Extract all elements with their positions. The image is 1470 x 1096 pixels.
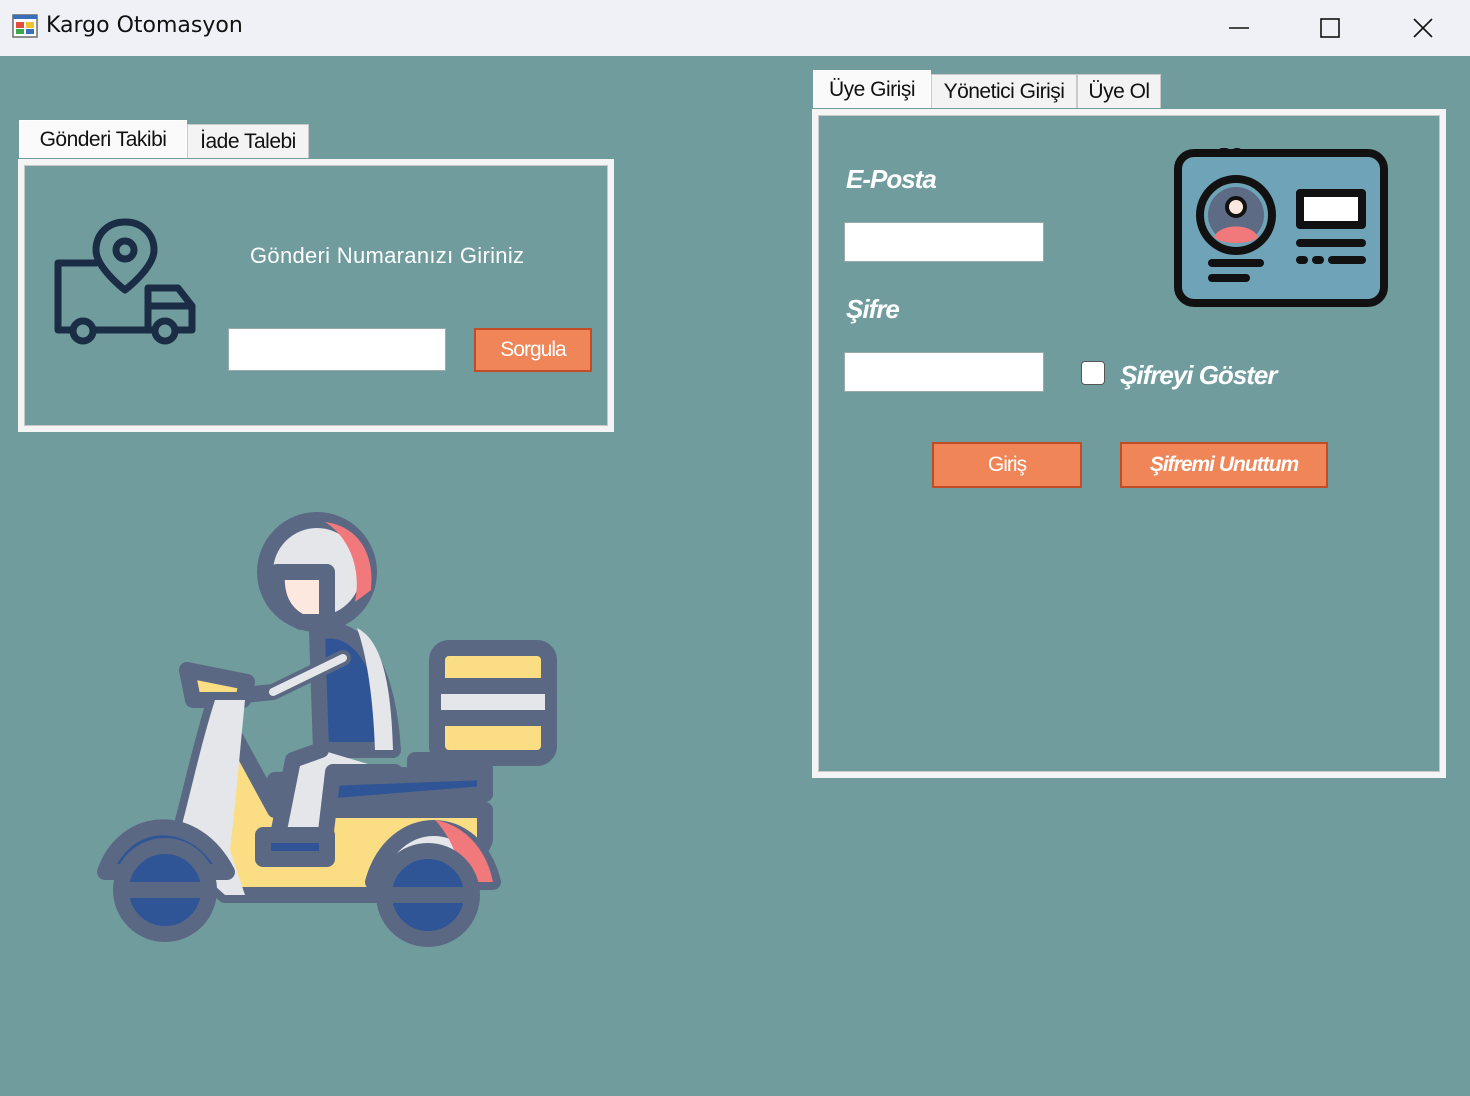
delivery-truck-location-icon — [54, 218, 196, 345]
minimize-icon — [1229, 27, 1249, 29]
query-button[interactable]: Sorgula — [474, 328, 592, 372]
forgot-password-button[interactable]: Şifremi Unuttum — [1120, 442, 1328, 488]
id-card-icon — [1174, 148, 1388, 307]
tracking-tabstrip: Gönderi Takibi İade Talebi — [19, 120, 309, 158]
minimize-button[interactable] — [1193, 0, 1285, 56]
tab-shipment-tracking[interactable]: Gönderi Takibi — [19, 120, 187, 158]
password-label: Şifre — [846, 294, 900, 324]
window-title: Kargo Otomasyon — [46, 13, 243, 38]
maximize-button[interactable] — [1284, 0, 1376, 56]
tracking-prompt-label: Gönderi Numaranızı Giriniz — [250, 243, 525, 268]
close-button[interactable] — [1377, 0, 1469, 56]
show-password-label[interactable]: Şifreyi Göster — [1120, 360, 1278, 391]
login-tabstrip: Üye Girişi Yönetici Girişi Üye Ol — [813, 70, 1161, 108]
tab-sign-up[interactable]: Üye Ol — [1077, 74, 1161, 108]
email-label: E-Posta — [846, 164, 937, 194]
tracking-number-input[interactable] — [228, 328, 446, 371]
email-input[interactable] — [844, 222, 1044, 262]
password-input[interactable] — [844, 352, 1044, 392]
tab-admin-login[interactable]: Yönetici Girişi — [931, 74, 1077, 108]
tab-return-request[interactable]: İade Talebi — [187, 124, 309, 158]
app-window-icon — [12, 14, 38, 38]
title-bar: Kargo Otomasyon — [0, 0, 1470, 56]
close-icon — [1413, 18, 1433, 38]
maximize-icon — [1320, 18, 1340, 38]
login-button[interactable]: Giriş — [932, 442, 1082, 488]
tab-member-login[interactable]: Üye Girişi — [813, 70, 931, 108]
scooter-courier-icon — [97, 512, 557, 947]
show-password-checkbox[interactable] — [1081, 361, 1105, 385]
